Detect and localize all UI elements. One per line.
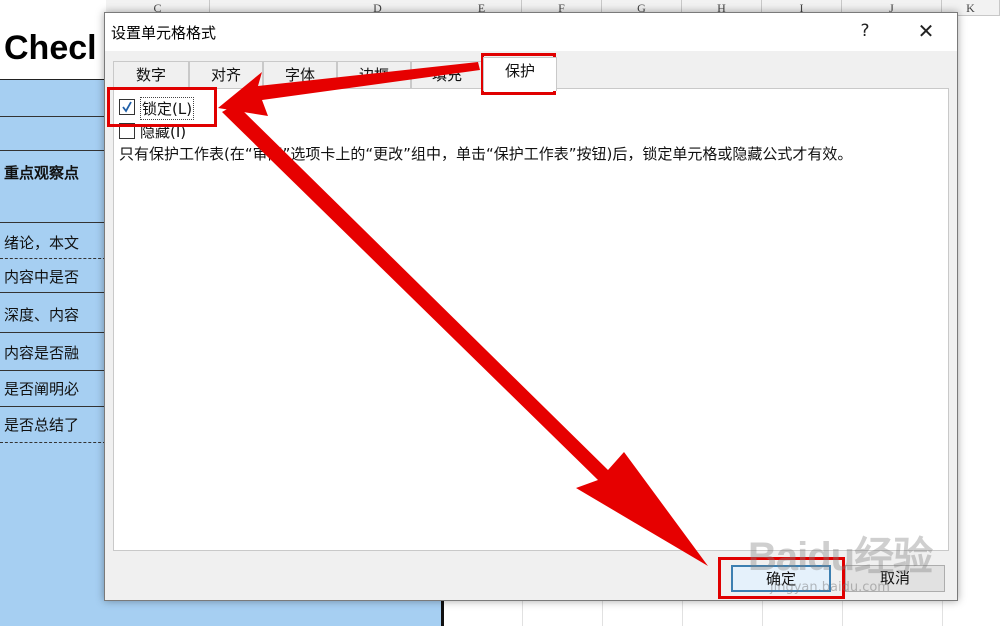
row-border bbox=[0, 442, 106, 443]
table-cell[interactable]: 内容是否融 bbox=[4, 342, 106, 363]
locked-checkbox-highlight bbox=[107, 87, 217, 127]
table-cell[interactable]: 绪论，本文 bbox=[4, 232, 106, 253]
row-border bbox=[0, 292, 106, 293]
protection-note: 只有保护工作表(在“审阅”选项卡上的“更改”组中，单击“保护工作表”按钮)后，锁… bbox=[119, 145, 853, 163]
row-border bbox=[0, 150, 106, 151]
row-border bbox=[0, 116, 106, 117]
baidu-watermark: Baidu经验 bbox=[748, 535, 933, 579]
help-button[interactable]: ? bbox=[853, 17, 877, 45]
row-border bbox=[0, 332, 106, 333]
table-cell[interactable]: 是否阐明必 bbox=[4, 378, 106, 399]
cell-border bbox=[441, 600, 444, 626]
row-border bbox=[0, 406, 106, 407]
dialog-titlebar[interactable]: 设置单元格格式 ? ✕ bbox=[105, 13, 957, 51]
title-cell[interactable]: Checl bbox=[0, 16, 106, 80]
dialog-title: 设置单元格格式 bbox=[111, 24, 217, 42]
row-border bbox=[0, 370, 106, 371]
table-cell[interactable]: 重点观察点 bbox=[4, 162, 106, 183]
watermark-url: jingyan.baidu.com bbox=[770, 580, 890, 595]
table-cell[interactable]: 深度、内容 bbox=[4, 304, 106, 325]
tab-font[interactable]: 字体 bbox=[263, 61, 337, 89]
format-cells-dialog: 设置单元格格式 ? ✕ 数字 对齐 字体 边框 填充 保护 锁定(L) 隐藏(I… bbox=[104, 12, 958, 601]
tab-fill[interactable]: 填充 bbox=[411, 61, 483, 89]
table-cell[interactable]: 内容中是否 bbox=[4, 266, 106, 287]
tab-border[interactable]: 边框 bbox=[337, 61, 411, 89]
screenshot: C D E F G H I J K Checl 重点观察点 绪论，本文 内容中是… bbox=[0, 0, 1000, 626]
row-border bbox=[0, 222, 106, 223]
tab-alignment[interactable]: 对齐 bbox=[189, 61, 263, 89]
close-button[interactable]: ✕ bbox=[911, 17, 941, 45]
table-cell[interactable]: 是否总结了 bbox=[4, 414, 106, 435]
tab-number[interactable]: 数字 bbox=[113, 61, 189, 89]
highlighted-row-strip bbox=[106, 600, 442, 626]
row-border bbox=[0, 258, 106, 259]
tab-protection[interactable]: 保护 bbox=[483, 57, 557, 91]
